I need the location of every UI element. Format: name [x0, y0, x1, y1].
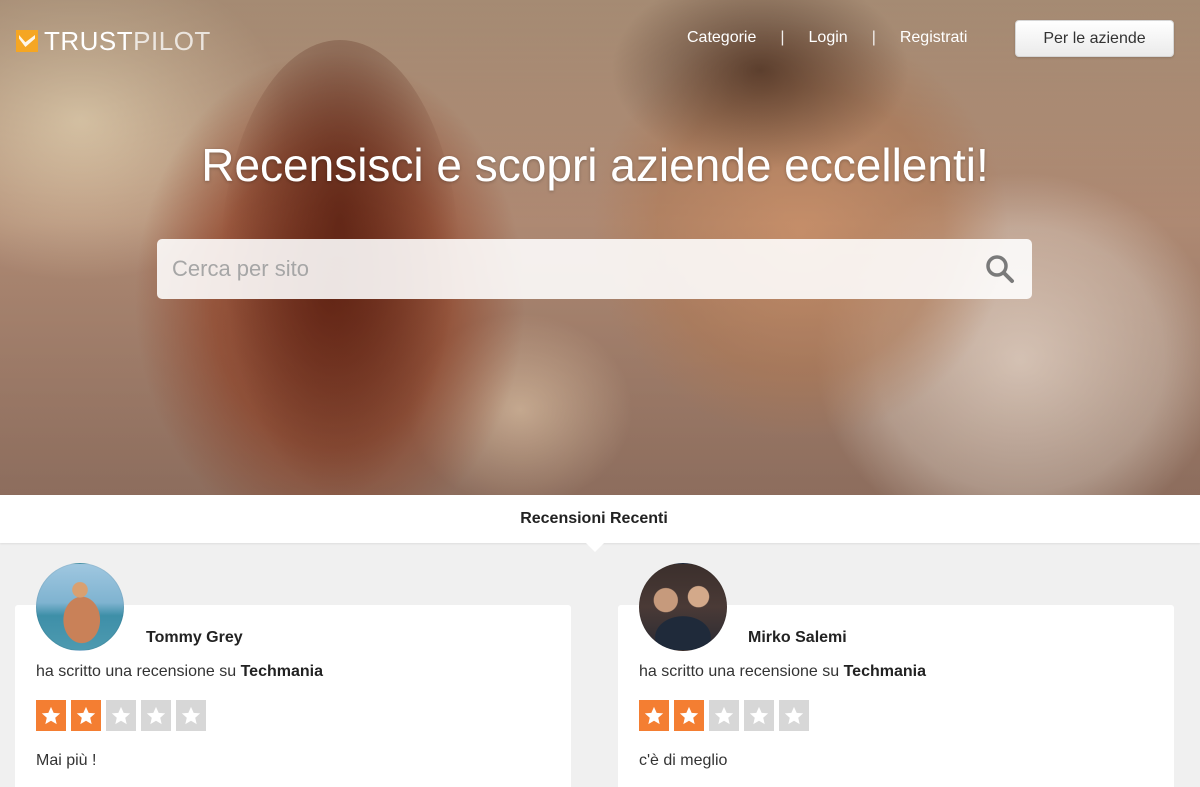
search-icon[interactable] — [968, 239, 1032, 299]
nav-link-registrati[interactable]: Registrati — [900, 29, 968, 47]
search-input[interactable] — [157, 239, 968, 299]
logo-text: TRUSTPILOT — [44, 28, 211, 54]
review-company-link[interactable]: Techmania — [844, 663, 926, 680]
business-button[interactable]: Per le aziende — [1015, 20, 1174, 57]
hero-headline: Recensisci e scopri aziende eccellenti! — [201, 139, 989, 191]
page: TRUSTPILOT Categorie | Login | Registrat… — [0, 0, 1200, 787]
top-nav: Categorie | Login | Registrati — [687, 29, 967, 47]
review-company-link[interactable]: Techmania — [241, 663, 323, 680]
review-action: ha scritto una recensione su Techmania — [639, 663, 926, 681]
reviewer-name[interactable]: Tommy Grey — [146, 629, 243, 647]
star-rating — [639, 700, 809, 731]
star-icon — [744, 700, 774, 731]
nav-link-login[interactable]: Login — [809, 29, 848, 47]
avatar[interactable] — [639, 563, 727, 651]
star-icon — [141, 700, 171, 731]
reviewer-name[interactable]: Mirko Salemi — [748, 629, 847, 647]
recent-bar-pointer — [584, 541, 606, 552]
logo-text-trust: TRUST — [44, 26, 134, 56]
star-icon — [106, 700, 136, 731]
logo-text-pilot: PILOT — [133, 26, 211, 56]
star-icon — [639, 700, 669, 731]
star-icon — [176, 700, 206, 731]
star-rating — [36, 700, 206, 731]
recent-reviews-title: Recensioni Recenti — [520, 510, 668, 527]
review-action-text: ha scritto una recensione su — [36, 663, 237, 680]
nav-link-categorie[interactable]: Categorie — [687, 29, 756, 47]
review-text: c'è di meglio — [639, 752, 728, 769]
recent-reviews-bar: Recensioni Recenti — [0, 495, 1200, 543]
hero-banner: TRUSTPILOT Categorie | Login | Registrat… — [0, 0, 1200, 495]
nav-separator: | — [780, 29, 785, 46]
star-icon — [36, 700, 66, 731]
star-icon — [709, 700, 739, 731]
review-action: ha scritto una recensione su Techmania — [36, 663, 323, 681]
trustpilot-logo-icon — [16, 30, 38, 52]
star-icon — [71, 700, 101, 731]
review-text: Mai più ! — [36, 752, 97, 769]
search-bar — [157, 239, 1032, 299]
nav-separator: | — [871, 29, 876, 46]
star-icon — [674, 700, 704, 731]
review-action-text: ha scritto una recensione su — [639, 663, 840, 680]
star-icon — [779, 700, 809, 731]
avatar[interactable] — [36, 563, 124, 651]
trustpilot-logo[interactable]: TRUSTPILOT — [16, 28, 211, 54]
